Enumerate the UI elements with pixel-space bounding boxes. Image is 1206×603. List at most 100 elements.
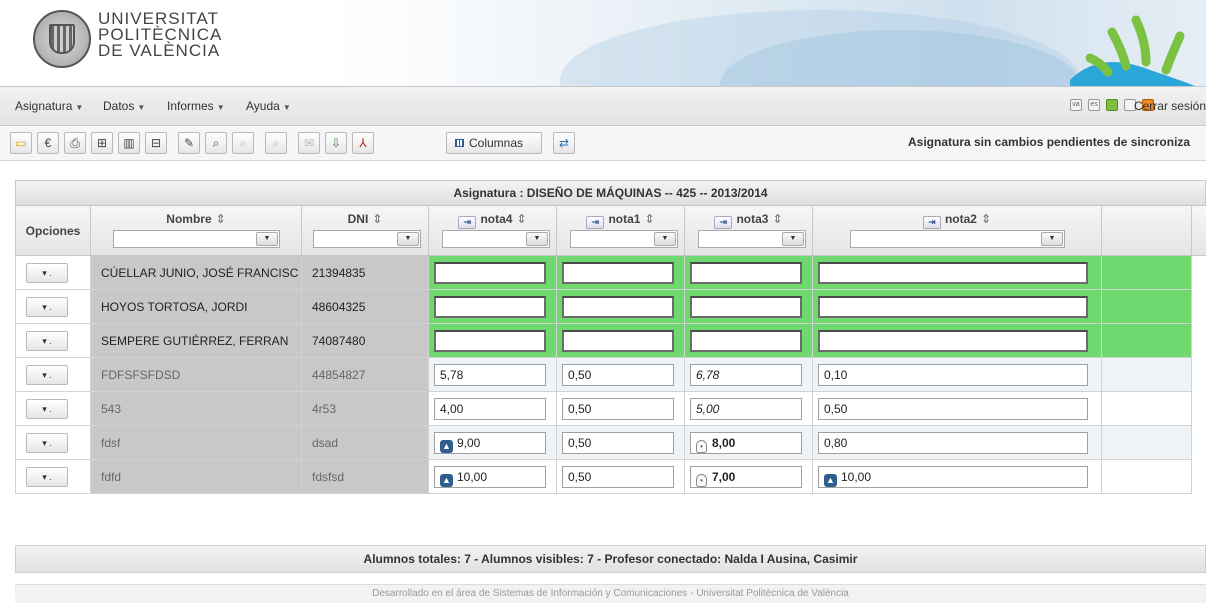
euro-icon[interactable]: € — [37, 132, 59, 154]
dni-filter-select[interactable]: ▼ — [313, 230, 421, 248]
grade-upload-icon: ▲ — [440, 474, 453, 487]
options-cell: ▾ . — [15, 256, 91, 290]
student-dni: 44854827 — [312, 368, 366, 382]
pin-column-icon[interactable]: ⇥ — [714, 216, 733, 229]
nota3-grade-input[interactable] — [690, 262, 802, 284]
nota2-grade-input[interactable]: 0,10 — [818, 364, 1088, 386]
print-icon[interactable]: ⎙ — [64, 132, 86, 154]
email-icon[interactable]: ✉ — [298, 132, 320, 154]
nombre-cell: FDFSFSFDSD — [91, 358, 302, 392]
nota1-grade-input[interactable] — [562, 296, 674, 318]
row-options-button[interactable]: ▾ . — [26, 263, 68, 283]
nota3-cell — [685, 290, 813, 324]
nota3-grade-input[interactable]: 6,78 — [690, 364, 802, 386]
chevron-down-icon: ▼ — [216, 103, 225, 112]
nota3-grade-input[interactable]: 5,00 — [690, 398, 802, 420]
columns-icon[interactable]: ▥ — [118, 132, 140, 154]
nota3-grade-input[interactable] — [690, 296, 802, 318]
add-column-icon[interactable]: ⊞ — [91, 132, 113, 154]
nota3-grade-input[interactable]: • 8,00 — [690, 432, 802, 454]
pdf-icon[interactable]: ⅄ — [352, 132, 374, 154]
nota1-cell — [557, 324, 685, 358]
nota4-grade-input[interactable]: ▲ 9,00 — [434, 432, 546, 454]
nombre-cell: 543 — [91, 392, 302, 426]
find-next-icon[interactable]: ⌕ — [232, 132, 254, 154]
nota2-filter-select[interactable]: ▼ — [850, 230, 1065, 248]
pin-column-icon[interactable]: ⇥ — [458, 216, 477, 229]
nota2-grade-input[interactable] — [818, 262, 1088, 284]
row-options-button[interactable]: ▾ . — [26, 365, 68, 385]
student-name: SEMPERE GUTIÉRREZ, FERRAN — [101, 334, 289, 348]
dni-cell: 44854827 — [302, 358, 429, 392]
grade-value: 0,80 — [824, 436, 848, 450]
row-options-button[interactable]: ▾ . — [26, 331, 68, 351]
nota4-grade-input[interactable]: ▲ 10,00 — [434, 466, 546, 488]
header-dni[interactable]: DNI ⇕ ▼ — [302, 206, 429, 256]
logout-link[interactable]: Cerrar sesión — [1134, 99, 1206, 113]
nota4-grade-input[interactable] — [434, 262, 546, 284]
open-folder-icon[interactable]: ▭ — [10, 132, 32, 154]
nota2-grade-input[interactable]: 0,80 — [818, 432, 1088, 454]
table-row: ▾ . CÚELLAR JUNIO, JOSÉ FRANCISC 21394835 — [15, 256, 1206, 290]
menu-asignatura[interactable]: Asignatura ▼ — [15, 99, 83, 113]
nota2-grade-input[interactable] — [818, 296, 1088, 318]
pin-column-icon[interactable]: ⇥ — [922, 216, 941, 229]
table-row: ▾ . fdfd fdsfsd ▲ 10,00 0,50 • 7,00 ▲ 10,00 — [15, 460, 1206, 494]
pin-column-icon[interactable]: ⇥ — [586, 216, 605, 229]
nota1-grade-input[interactable]: 0,50 — [562, 398, 674, 420]
menu-datos[interactable]: Datos ▼ — [103, 99, 145, 113]
row-options-button[interactable]: ▾ . — [26, 399, 68, 419]
nota1-grade-input[interactable]: 0,50 — [562, 364, 674, 386]
export-icon[interactable]: ⇩ — [325, 132, 347, 154]
hand-logo-icon — [1070, 15, 1195, 86]
nota2-grade-input[interactable]: ▲ 10,00 — [818, 466, 1088, 488]
delete-column-icon[interactable]: ⊟ — [145, 132, 167, 154]
nota3-cell: • 8,00 — [685, 426, 813, 460]
nota1-grade-input[interactable] — [562, 330, 674, 352]
nota1-grade-input[interactable] — [562, 262, 674, 284]
sync-status-text: Asignatura sin cambios pendientes de sin… — [908, 135, 1191, 149]
row-options-button[interactable]: ▾ . — [26, 297, 68, 317]
header-nombre[interactable]: Nombre ⇕ ▼ — [91, 206, 302, 256]
nota1-grade-input[interactable]: 0,50 — [562, 432, 674, 454]
replace-icon[interactable]: ⌕ — [265, 132, 287, 154]
student-name: HOYOS TORTOSA, JORDI — [101, 300, 248, 314]
grade-value: 8,00 — [712, 436, 736, 450]
row-options-button[interactable]: ▾ . — [26, 467, 68, 487]
nota3-grade-input[interactable]: • 7,00 — [690, 466, 802, 488]
nota2-grade-input[interactable]: 0,50 — [818, 398, 1088, 420]
header-nota1[interactable]: ⇥ nota1 ⇕ ▼ — [557, 206, 685, 256]
nota2-grade-input[interactable] — [818, 330, 1088, 352]
va-lang-icon[interactable]: va — [1070, 99, 1082, 111]
student-dni: 48604325 — [312, 300, 366, 314]
nota1-filter-select[interactable]: ▼ — [570, 230, 678, 248]
chevron-down-icon: ▼ — [654, 232, 676, 246]
columns-button[interactable]: Columnas — [446, 132, 542, 154]
find-binoculars-icon[interactable]: ⌕ — [205, 132, 227, 154]
row-options-button[interactable]: ▾ . — [26, 433, 68, 453]
table-row: ▾ . 543 4r53 4,00 0,50 5,00 0,50 — [15, 392, 1206, 426]
nota3-filter-select[interactable]: ▼ — [698, 230, 806, 248]
en-lang-icon[interactable] — [1106, 99, 1118, 111]
nota4-grade-input[interactable]: 4,00 — [434, 398, 546, 420]
chevron-down-icon: ▼ — [282, 103, 291, 112]
header-nota2[interactable]: ⇥ nota2 ⇕ ▼ — [813, 206, 1102, 256]
sync-icon[interactable]: ⇄ — [553, 132, 575, 154]
nombre-filter-select[interactable]: ▼ — [113, 230, 280, 248]
nota1-grade-input[interactable]: 0,50 — [562, 466, 674, 488]
menu-ayuda[interactable]: Ayuda ▼ — [246, 99, 291, 113]
edit-pencil-icon[interactable]: ✎ — [178, 132, 200, 154]
menu-informes[interactable]: Informes ▼ — [167, 99, 225, 113]
dni-cell: 74087480 — [302, 324, 429, 358]
university-name-logo: UNIVERSITAT POLITÈCNICA DE VALÈNCIA — [98, 9, 223, 60]
header-nota4[interactable]: ⇥ nota4 ⇕ ▼ — [429, 206, 557, 256]
nota3-grade-input[interactable] — [690, 330, 802, 352]
es-lang-icon[interactable]: es — [1088, 99, 1100, 111]
nota4-grade-input[interactable]: 5,78 — [434, 364, 546, 386]
header-nota3[interactable]: ⇥ nota3 ⇕ ▼ — [685, 206, 813, 256]
nota4-filter-select[interactable]: ▼ — [442, 230, 550, 248]
nota4-grade-input[interactable] — [434, 330, 546, 352]
nota3-cell — [685, 256, 813, 290]
nota4-grade-input[interactable] — [434, 296, 546, 318]
nombre-cell: CÚELLAR JUNIO, JOSÉ FRANCISC — [91, 256, 302, 290]
